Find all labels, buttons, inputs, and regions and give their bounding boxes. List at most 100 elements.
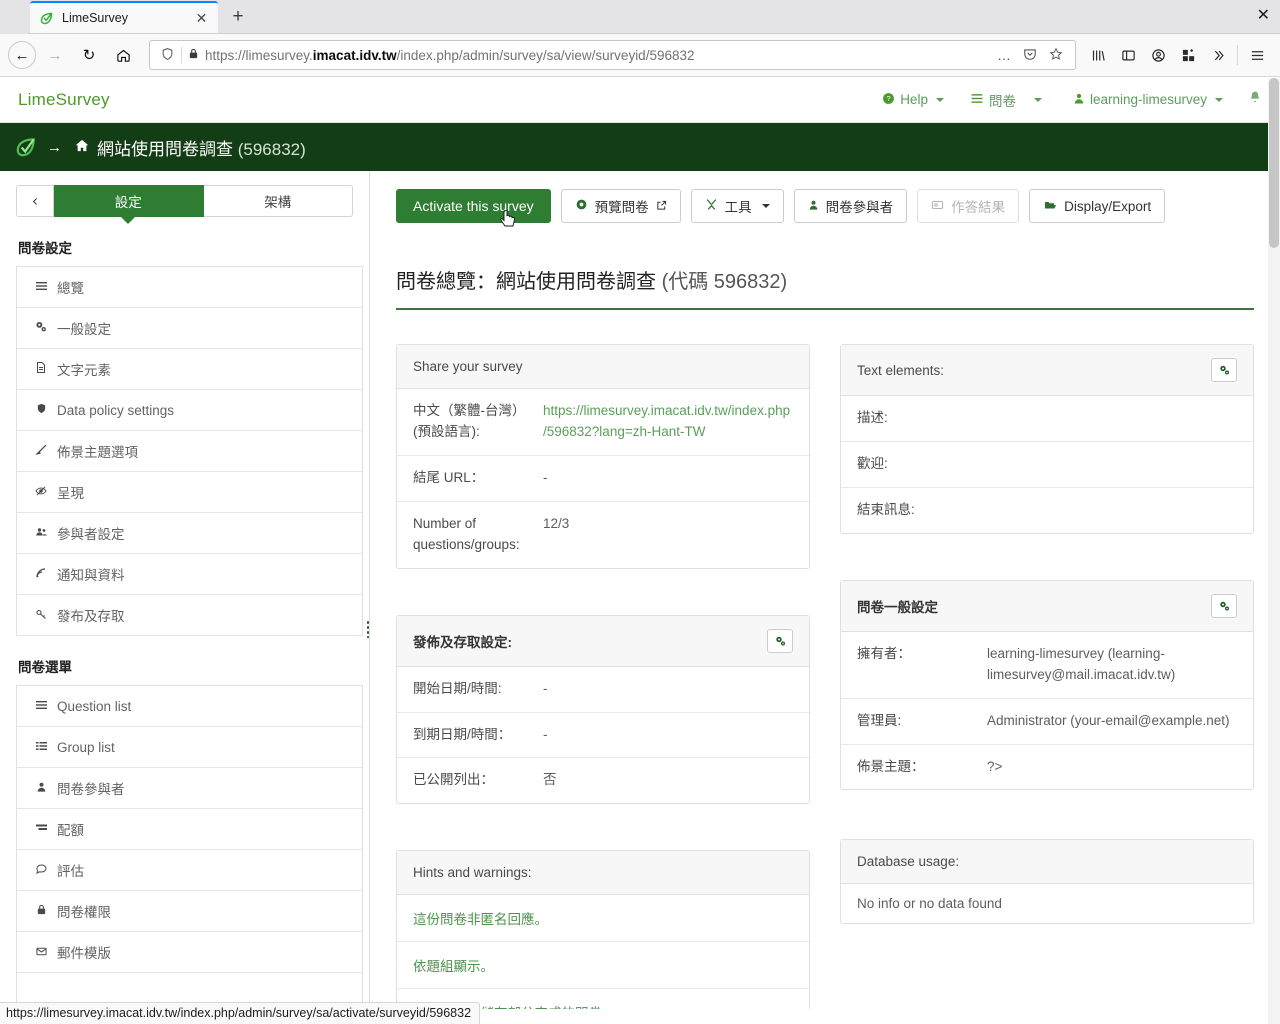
sidebar-item-group-list[interactable]: Group list <box>17 727 362 768</box>
back-icon[interactable]: ← <box>8 41 36 69</box>
nav-help[interactable]: ? Help <box>869 92 957 108</box>
reload-icon[interactable]: ↻ <box>74 40 104 70</box>
overview-heading-code: (代碼 596832) <box>661 271 788 293</box>
row-key: 中文（繁體-台灣）(預設語言): <box>413 403 526 439</box>
responses-icon <box>931 199 944 214</box>
sidebar-item-participant-settings[interactable]: 參與者設定 <box>17 513 362 554</box>
svg-text:?: ? <box>887 94 891 103</box>
list-icon <box>33 699 49 714</box>
tab-settings[interactable]: 設定 <box>54 185 204 224</box>
chevron-left-icon[interactable] <box>16 185 54 217</box>
page-scrollbar[interactable] <box>1268 78 1280 1024</box>
shield-icon <box>33 402 49 418</box>
responses-label: 作答結果 <box>951 200 1006 215</box>
home-icon[interactable] <box>74 138 90 156</box>
sidebar-item-label: 呈現 <box>57 486 84 501</box>
padlock-icon[interactable] <box>184 47 205 63</box>
tracking-protection-shield-icon[interactable] <box>156 47 179 64</box>
gears-icon[interactable] <box>1211 358 1237 382</box>
nav-user[interactable]: learning-limesurvey <box>1060 92 1236 108</box>
sidebar: 設定 架構 問卷設定 總覽 一般設定 文字元素 Data policy sett… <box>0 171 370 1009</box>
sidebar-item-overview[interactable]: 總覽 <box>17 267 362 308</box>
sidebar-section-title-survey-menu: 問卷選單 <box>18 660 72 675</box>
toolbar-divider <box>1237 45 1238 65</box>
new-tab-button[interactable]: + <box>224 3 252 31</box>
sidebar-item-email-templates[interactable]: 郵件模版 <box>17 932 362 973</box>
sidebar-item-question-list[interactable]: Question list <box>17 686 362 727</box>
overview-heading-text: 問卷總覽：網站使用問卷調查 <box>396 271 656 293</box>
limesurvey-leaf-icon[interactable] <box>14 136 37 159</box>
gears-icon[interactable] <box>767 628 793 653</box>
overflow-chevron-icon[interactable] <box>1203 40 1233 70</box>
table-row: 中文（繁體-台灣）(預設語言): https://limesurvey.imac… <box>397 389 809 456</box>
nav-surveys-caret[interactable] <box>1029 97 1060 102</box>
sidebar-item-text-elements[interactable]: 文字元素 <box>17 349 362 390</box>
responses-button: 作答結果 <box>917 189 1020 223</box>
sidebar-item-publication-access[interactable]: 發布及存取 <box>17 595 362 636</box>
extensions-icon[interactable] <box>1173 40 1203 70</box>
database-usage-value: No info or no data found <box>857 896 1002 912</box>
sidebar-item-presentation[interactable]: 呈現 <box>17 472 362 513</box>
survey-code: (596832) <box>237 139 306 159</box>
notification-bell-icon[interactable] <box>1236 90 1266 109</box>
key-icon <box>33 608 49 623</box>
nav-help-label: Help <box>900 92 928 107</box>
share-survey-panel-title: Share your survey <box>413 359 523 374</box>
preview-survey-label: 預覽問卷 <box>594 200 649 215</box>
preview-survey-button[interactable]: 預覽問卷 <box>560 189 681 223</box>
sidebar-item-quotas[interactable]: 配額 <box>17 809 362 850</box>
account-icon[interactable] <box>1143 40 1173 70</box>
sidebar-resize-handle[interactable] <box>366 620 369 638</box>
scrollbar-thumb[interactable] <box>1269 78 1279 248</box>
survey-public-url[interactable]: https://limesurvey.imacat.idv.tw/index.p… <box>543 401 793 443</box>
table-row: Number of questions/groups: 12/3 <box>397 502 809 568</box>
sidebar-list-survey-settings: 總覽 一般設定 文字元素 Data policy settings 佈景主題選項… <box>16 266 363 636</box>
library-icon[interactable] <box>1083 40 1113 70</box>
hamburger-menu-icon[interactable] <box>1242 40 1272 70</box>
row-key: 開始日期/時間: <box>413 680 502 696</box>
url-text[interactable]: https://limesurvey.imacat.idv.tw/index.p… <box>205 48 991 63</box>
close-icon[interactable]: ✕ <box>193 10 210 27</box>
survey-participants-button[interactable]: 問卷參與者 <box>793 189 908 223</box>
table-row: 到期日期/時間： - <box>397 713 809 759</box>
sidebar-item-notifications-data[interactable]: 通知與資料 <box>17 554 362 595</box>
display-export-button[interactable]: Display/Export <box>1029 189 1166 223</box>
app-header: LimeSurvey ? Help 問卷 learning-limesurvey <box>0 77 1280 123</box>
sidebar-icon[interactable] <box>1113 40 1143 70</box>
question-circle-icon: ? <box>882 92 895 108</box>
url-path: /index.php/admin/survey/sa/view/surveyid… <box>396 47 695 63</box>
app-brand[interactable]: LimeSurvey <box>14 90 110 110</box>
tasks-icon <box>33 822 49 837</box>
app-nav: ? Help 問卷 learning-limesurvey <box>869 90 1266 110</box>
nav-surveys[interactable]: 問卷 <box>957 90 1029 110</box>
sidebar-item-data-policy-settings[interactable]: Data policy settings <box>17 390 362 431</box>
row-key: 佈景主題： <box>857 758 925 774</box>
list-icon <box>33 280 49 295</box>
star-icon[interactable] <box>1043 47 1069 64</box>
row-key: 擁有者： <box>857 645 911 661</box>
browser-tab[interactable]: LimeSurvey ✕ <box>30 1 218 33</box>
sidebar-item-survey-permissions[interactable]: 問卷權限 <box>17 891 362 932</box>
pocket-icon[interactable] <box>1017 47 1043 64</box>
table-row: 管理員: Administrator (your-email@example.n… <box>841 699 1253 745</box>
sidebar-item-assessments[interactable]: 評估 <box>17 850 362 891</box>
activate-survey-button[interactable]: Activate this survey <box>396 189 551 227</box>
urlbar-divider <box>181 47 182 63</box>
gears-icon[interactable] <box>1211 593 1237 618</box>
limesurvey-leaf-icon <box>38 10 54 26</box>
row-key: 結尾 URL： <box>413 469 485 485</box>
page-actions-icon[interactable]: … <box>991 47 1017 63</box>
window-close-icon[interactable]: ✕ <box>1257 8 1270 24</box>
table-row: 結尾 URL： - <box>397 456 809 502</box>
home-icon[interactable] <box>108 40 138 70</box>
panel-grid: Share your survey 中文（繁體-台灣）(預設語言): https… <box>396 344 1254 1009</box>
sidebar-item-general-settings[interactable]: 一般設定 <box>17 308 362 349</box>
tools-button[interactable]: 工具 <box>690 189 784 223</box>
sidebar-item-survey-participants[interactable]: 問卷參與者 <box>17 768 362 809</box>
sidebar-item-theme-options[interactable]: 佈景主題選項 <box>17 431 362 472</box>
sidebar-item-label: 通知與資料 <box>57 568 125 583</box>
tab-structure[interactable]: 架構 <box>203 185 353 217</box>
chevron-down-icon <box>935 97 944 102</box>
address-bar[interactable]: https://limesurvey.imacat.idv.tw/index.p… <box>149 40 1076 70</box>
sidebar-item-label: Group list <box>57 739 115 755</box>
